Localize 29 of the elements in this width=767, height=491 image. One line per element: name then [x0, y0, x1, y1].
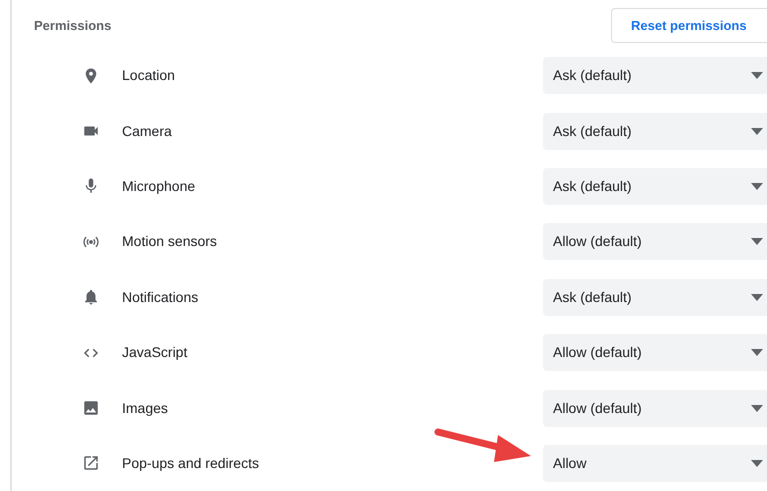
permission-label: JavaScript — [122, 343, 188, 362]
reset-permissions-button[interactable]: Reset permissions — [611, 8, 767, 43]
permission-dropdown[interactable]: Ask (default) — [543, 57, 767, 94]
caret-icon — [751, 128, 763, 135]
permission-label: Microphone — [122, 176, 196, 196]
external-link-icon — [82, 454, 100, 472]
caret-icon — [751, 404, 763, 412]
caret-icon — [751, 460, 763, 467]
permission-dropdown[interactable]: Ask (default) — [543, 112, 767, 150]
caret-icon — [751, 294, 763, 301]
permission-label: Notifications — [122, 288, 198, 307]
caret-icon — [751, 182, 763, 190]
permission-dropdown[interactable]: Allow — [543, 444, 767, 482]
caret-icon — [751, 72, 763, 80]
caret-icon — [751, 238, 763, 246]
permission-dropdown[interactable]: Allow (default) — [543, 223, 767, 260]
permission-dropdown[interactable]: Allow (default) — [543, 390, 767, 427]
image-icon — [82, 399, 100, 418]
section-title: Permissions — [34, 17, 112, 35]
permission-label: Pop-ups and redirects — [122, 454, 259, 473]
permission-dropdown[interactable]: Allow (default) — [543, 334, 767, 372]
permission-label: Location — [122, 66, 175, 86]
bell-icon — [82, 288, 100, 306]
permission-dropdown[interactable]: Ask (default) — [543, 168, 767, 205]
caret-icon — [751, 349, 763, 356]
permission-dropdown[interactable]: Ask (default) — [543, 278, 767, 316]
permission-label: Images — [122, 398, 168, 418]
permission-label: Camera — [122, 122, 172, 141]
permission-label: Motion sensors — [122, 232, 217, 252]
